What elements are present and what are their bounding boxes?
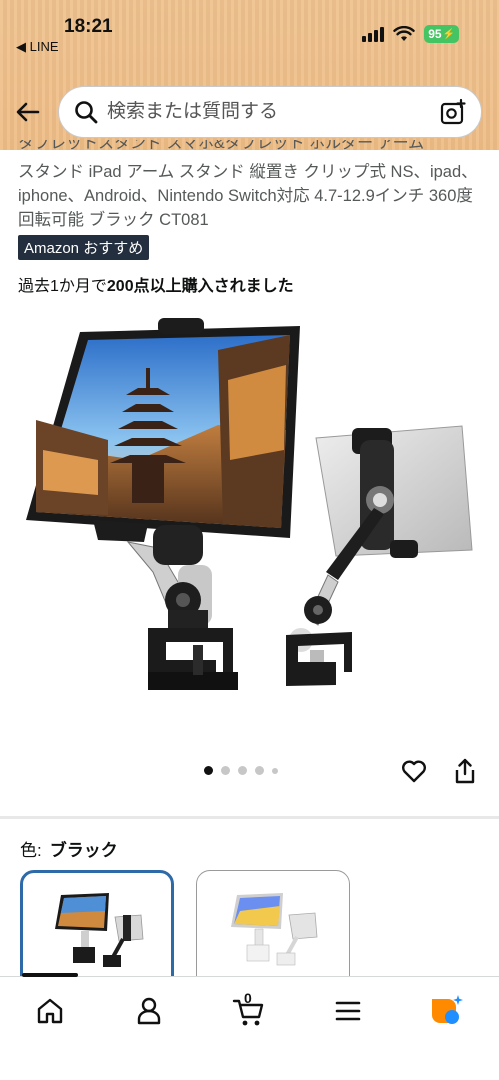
heart-icon[interactable] <box>400 757 428 785</box>
battery-level: 95 <box>428 27 442 41</box>
amazon-choice-badge: Amazon おすすめ <box>18 235 150 260</box>
small-tablet <box>315 425 473 558</box>
section-divider <box>0 816 499 819</box>
product-title-cut: タブレットスタンド スマホ&タブレット ホルダー アーム <box>18 140 488 158</box>
color-variant-white[interactable] <box>196 870 350 990</box>
status-time: 18:21 <box>64 16 113 37</box>
large-tablet <box>26 318 300 542</box>
search-bar[interactable] <box>58 86 482 138</box>
active-tab-indicator <box>22 973 78 977</box>
carousel-dot[interactable] <box>221 766 230 775</box>
back-to-line-link[interactable]: ◀ LINE <box>16 39 59 55</box>
carousel-dot[interactable] <box>238 766 247 775</box>
carousel-dot[interactable] <box>255 766 264 775</box>
status-indicators: 95 ⚡ <box>362 25 459 43</box>
carousel-dot[interactable] <box>272 767 278 774</box>
rufus-icon[interactable] <box>428 993 464 1029</box>
small-clamp <box>286 632 352 686</box>
share-icon[interactable] <box>452 757 478 785</box>
purchase-count-prefix: 過去1か月で <box>18 278 107 295</box>
home-icon[interactable] <box>32 993 68 1029</box>
purchase-count: 過去1か月で200点以上購入されました <box>18 272 294 296</box>
product-image[interactable] <box>18 310 482 730</box>
cart-count: 0 <box>244 990 252 1006</box>
color-label-row: 色: ブラック <box>20 836 118 861</box>
search-icon <box>75 101 98 124</box>
app-header: 18:21 ◀ LINE 95 ⚡ <box>0 0 499 150</box>
carousel-dot[interactable] <box>204 766 213 775</box>
large-clamp <box>148 628 238 690</box>
variant-white-thumbnail <box>231 893 318 966</box>
bottom-navigation: 0 <box>0 973 499 1080</box>
selected-color: ブラック <box>49 841 118 860</box>
color-variant-black[interactable] <box>20 870 174 990</box>
account-icon[interactable] <box>131 993 167 1029</box>
camera-search-icon[interactable] <box>439 98 467 126</box>
product-title-cut-text: タブレットスタンド スマホ&タブレット ホルダー アーム <box>18 140 425 152</box>
back-arrow-icon[interactable] <box>14 98 42 126</box>
signal-icon <box>362 26 385 42</box>
variant-black-thumbnail <box>55 893 144 967</box>
image-carousel-dots <box>204 766 278 775</box>
menu-icon[interactable] <box>330 993 366 1029</box>
purchase-count-value: 200点以上購入されました <box>106 278 294 295</box>
cart-button[interactable]: 0 <box>231 990 267 1029</box>
wifi-icon <box>393 26 415 41</box>
color-label: 色: <box>20 841 42 860</box>
battery-indicator: 95 ⚡ <box>424 25 459 43</box>
charging-icon: ⚡ <box>442 28 455 40</box>
product-title[interactable]: スタンド iPad アーム スタンド 縦置き クリップ式 NS、ipad、iph… <box>18 160 484 232</box>
search-input[interactable] <box>107 101 439 123</box>
